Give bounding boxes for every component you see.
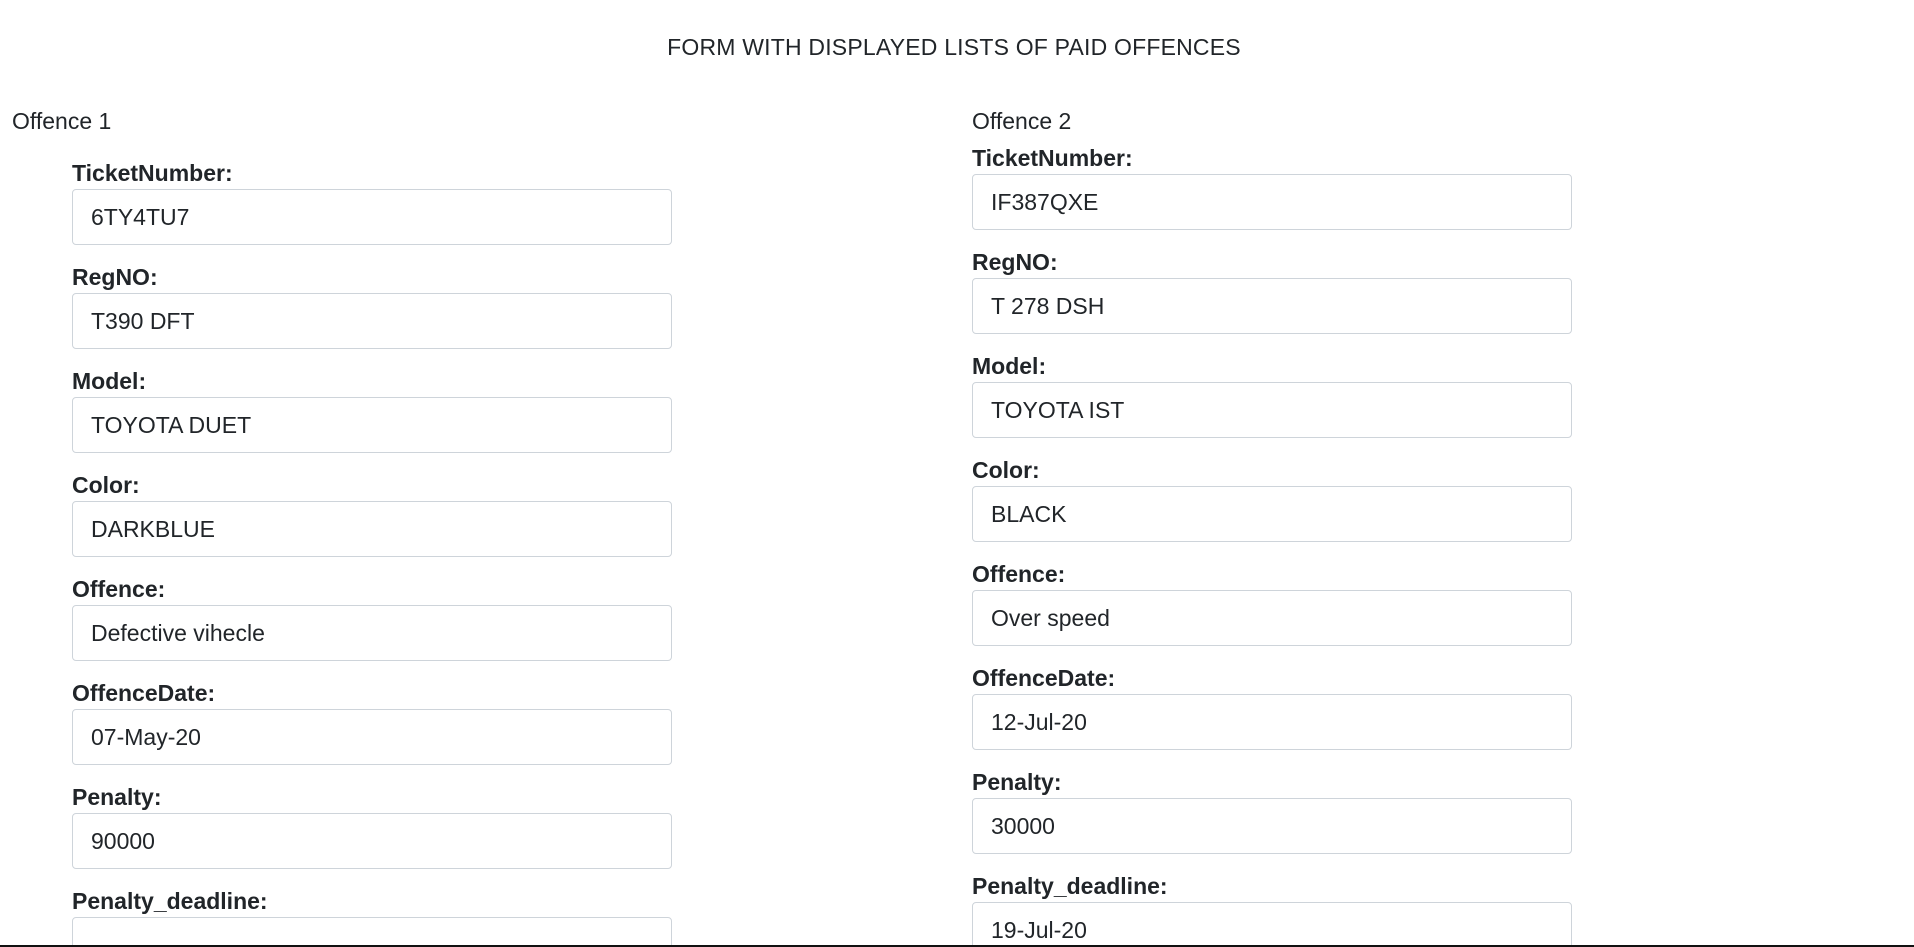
reg-no-label: RegNO: xyxy=(972,249,1058,275)
page-viewport: FORM WITH DISPLAYED LISTS OF PAID OFFENC… xyxy=(0,0,1914,945)
penalty-deadline-input[interactable] xyxy=(72,917,672,945)
color-label: Color: xyxy=(72,472,140,498)
model-label: Model: xyxy=(972,353,1047,379)
reg-no-input[interactable] xyxy=(972,278,1572,334)
penalty-label: Penalty: xyxy=(972,769,1062,795)
offence-input[interactable] xyxy=(72,605,672,661)
page-title: FORM WITH DISPLAYED LISTS OF PAID OFFENC… xyxy=(667,34,1241,60)
offence-input[interactable] xyxy=(972,590,1572,646)
color-input[interactable] xyxy=(72,501,672,557)
offence-heading: Offence 2 xyxy=(972,108,1072,134)
ticket-number-input[interactable] xyxy=(72,189,672,245)
ticket-number-input[interactable] xyxy=(972,174,1572,230)
reg-no-label: RegNO: xyxy=(72,264,158,290)
ticket-number-label: TicketNumber: xyxy=(72,160,233,186)
ticket-number-label: TicketNumber: xyxy=(972,145,1133,171)
color-input[interactable] xyxy=(972,486,1572,542)
model-label: Model: xyxy=(72,368,147,394)
penalty-deadline-label: Penalty_deadline: xyxy=(72,888,268,914)
offence-date-label: OffenceDate: xyxy=(972,665,1116,691)
penalty-input[interactable] xyxy=(72,813,672,869)
reg-no-input[interactable] xyxy=(72,293,672,349)
offence-date-input[interactable] xyxy=(972,694,1572,750)
offence-heading: Offence 1 xyxy=(12,108,112,134)
offence-date-input[interactable] xyxy=(72,709,672,765)
model-input[interactable] xyxy=(972,382,1572,438)
penalty-deadline-input[interactable] xyxy=(972,902,1572,945)
offence-label: Offence: xyxy=(972,561,1066,587)
penalty-deadline-label: Penalty_deadline: xyxy=(972,873,1168,899)
model-input[interactable] xyxy=(72,397,672,453)
vertical-scrollbar[interactable] xyxy=(1900,0,1914,945)
penalty-label: Penalty: xyxy=(72,784,162,810)
color-label: Color: xyxy=(972,457,1040,483)
offence-date-label: OffenceDate: xyxy=(72,680,216,706)
penalty-input[interactable] xyxy=(972,798,1572,854)
offence-label: Offence: xyxy=(72,576,166,602)
